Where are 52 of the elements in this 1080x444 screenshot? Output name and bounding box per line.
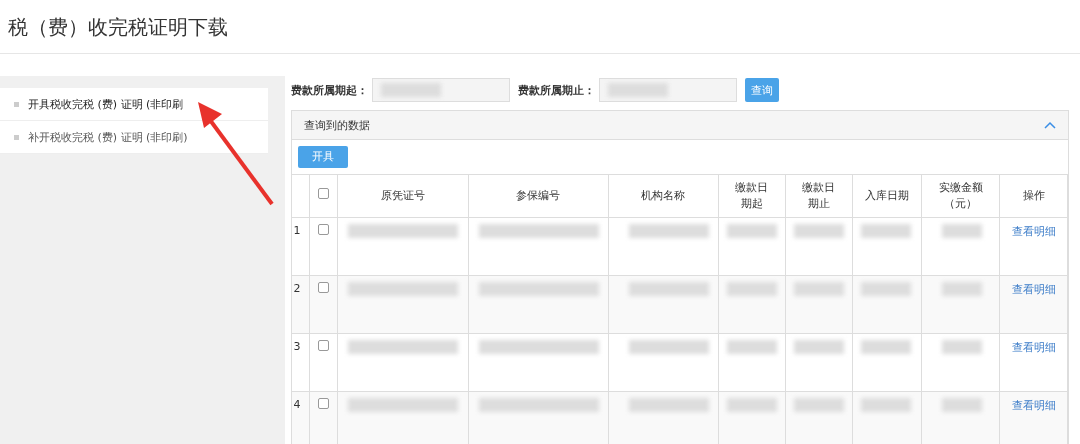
bullet-icon	[14, 134, 19, 140]
column-header: 原凭证号	[337, 174, 469, 217]
column-header: 参保编号	[468, 174, 609, 217]
sidebar-item[interactable]: 补开税收完税 (费) 证明 (非印刷)	[0, 121, 268, 154]
redacted-block	[793, 397, 844, 412]
redacted-block	[793, 223, 844, 238]
view-details-link[interactable]: 查看明细	[1011, 398, 1056, 412]
select-all-checkbox[interactable]	[317, 187, 329, 199]
sidebar-item-label: 开具税收完税 (费) 证明 (非印刷	[28, 96, 184, 112]
column-header: 实缴金额（元）	[921, 174, 1000, 217]
query-button[interactable]: 查询	[745, 78, 779, 102]
column-header: 缴款日期起	[718, 174, 786, 217]
row-number: 4	[291, 391, 310, 444]
issue-button[interactable]: 开具	[298, 145, 348, 168]
row-checkbox[interactable]	[317, 397, 329, 409]
view-details-link[interactable]: 查看明细	[1011, 340, 1056, 354]
view-details-link[interactable]: 查看明细	[1011, 282, 1056, 296]
redacted-block	[941, 397, 982, 412]
redacted-block	[860, 397, 911, 412]
row-number: 3	[291, 333, 310, 391]
date-field[interactable]	[599, 78, 737, 102]
chevron-up-icon[interactable]	[1044, 121, 1056, 129]
redacted-block	[727, 223, 778, 238]
column-header: 缴款日期止	[785, 174, 853, 217]
date-field[interactable]	[372, 78, 510, 102]
redacted-block	[941, 281, 982, 296]
row-checkbox[interactable]	[317, 281, 329, 293]
column-header: 入库日期	[852, 174, 922, 217]
redacted-block	[727, 339, 778, 354]
redacted-block	[727, 397, 778, 412]
filter-label: 费款所属期起：	[291, 82, 368, 98]
redacted-block	[793, 339, 844, 354]
panel-title: 查询到的数据	[304, 117, 370, 133]
redacted-block	[793, 281, 844, 296]
row-checkbox[interactable]	[317, 223, 329, 235]
row-number: 2	[291, 275, 310, 333]
page-title: 税（费）收完税证明下载	[0, 0, 1080, 54]
redacted-block	[941, 223, 982, 238]
sidebar-item-label: 补开税收完税 (费) 证明 (非印刷)	[28, 129, 188, 145]
sidebar-item[interactable]: 开具税收完税 (费) 证明 (非印刷	[0, 88, 268, 121]
column-header: 操作	[999, 174, 1068, 217]
row-checkbox[interactable]	[317, 339, 329, 351]
redacted-block	[727, 281, 778, 296]
redacted-block	[860, 281, 911, 296]
redacted-block	[860, 339, 911, 354]
redacted-block	[941, 339, 982, 354]
row-number: 1	[291, 217, 310, 275]
redacted-block	[860, 223, 911, 238]
view-details-link[interactable]: 查看明细	[1011, 224, 1056, 238]
filter-label: 费款所属期止：	[518, 82, 595, 98]
column-header: 机构名称	[608, 174, 719, 217]
bullet-icon	[14, 101, 19, 107]
